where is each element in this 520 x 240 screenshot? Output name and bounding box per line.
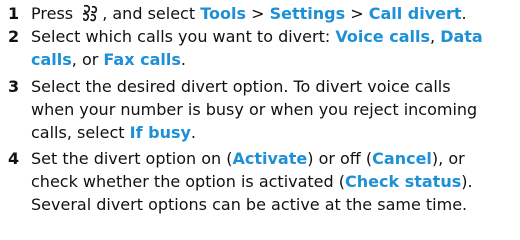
step-number: 1 — [8, 4, 20, 23]
step-text-line-2: calls, or Fax calls. — [31, 50, 186, 69]
step-text-line-2: check whether the option is activated (C… — [31, 172, 473, 191]
step-number: 2 — [8, 27, 20, 46]
option-data-calls-cont: calls — [31, 50, 72, 69]
menu-item-settings: Settings — [269, 4, 346, 23]
step-text-line-1: Select the desired divert option. To div… — [31, 77, 451, 96]
option-data-calls: Data — [440, 27, 483, 46]
instruction-steps: 1 Press , and select Tools > Settings > … — [0, 0, 520, 240]
step-number: 3 — [8, 77, 20, 96]
option-fax-calls: Fax calls — [103, 50, 181, 69]
step-text-line-2: when your number is busy or when you rej… — [31, 100, 478, 119]
step-number: 4 — [8, 149, 20, 168]
option-voice-calls: Voice calls — [335, 27, 430, 46]
option-check-status: Check status — [345, 172, 462, 191]
option-if-busy: If busy — [129, 123, 191, 142]
option-cancel: Cancel — [372, 149, 432, 168]
menu-item-tools: Tools — [200, 4, 246, 23]
option-activate: Activate — [232, 149, 308, 168]
menu-item-call-divert: Call divert — [368, 4, 462, 23]
step-text-line-3: Several divert options can be active at … — [31, 195, 468, 214]
step-text-line-1: Select which calls you want to divert: V… — [31, 27, 483, 46]
step-text-line-1: Set the divert option on (Activate) or o… — [31, 149, 465, 168]
step-text-line-3: calls, select If busy. — [31, 123, 197, 142]
